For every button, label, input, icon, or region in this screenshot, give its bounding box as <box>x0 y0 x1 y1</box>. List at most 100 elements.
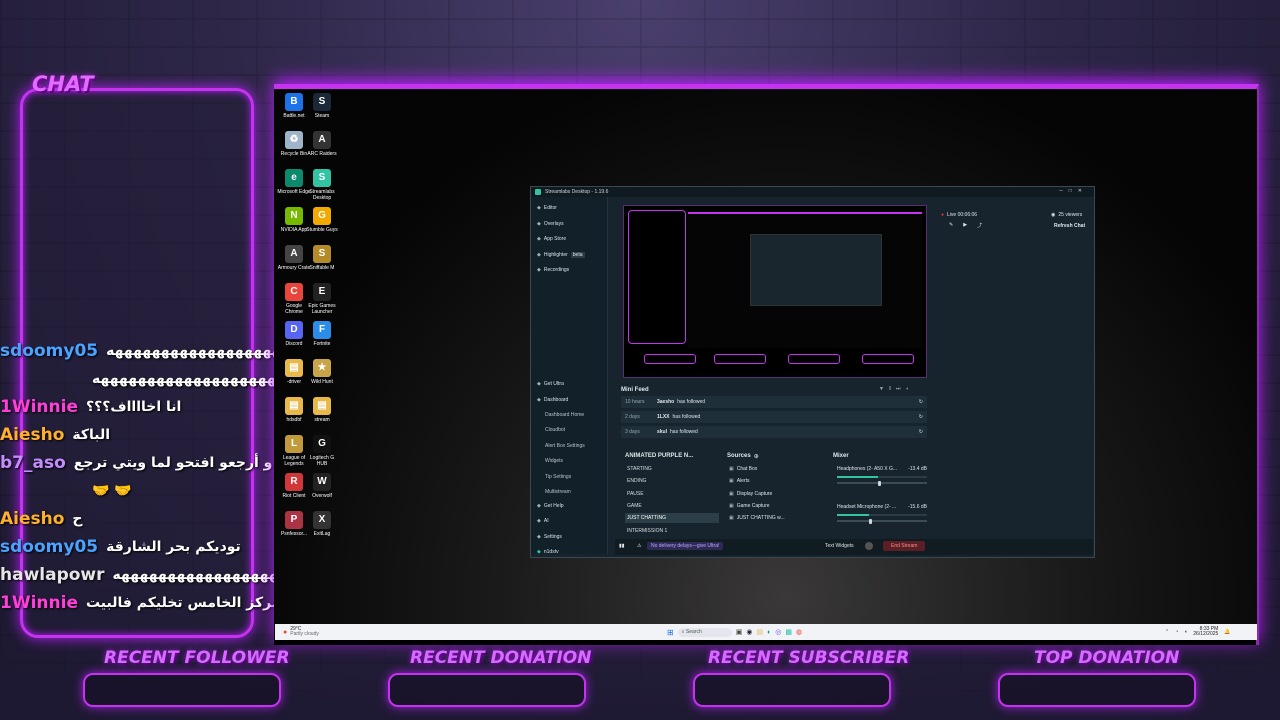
chat-tools: ✎ ▶ ⤴ <box>949 222 982 229</box>
desktop-icon[interactable]: G Logitech G HUB <box>305 435 339 467</box>
add-source-icon[interactable]: ⊕ <box>754 453 759 460</box>
feed-action: has followed <box>672 414 701 420</box>
widget-toggle[interactable] <box>865 542 873 550</box>
sidebar-item-recordings[interactable]: ◆ Recordings <box>537 265 569 275</box>
desktop-icon[interactable]: F Fortnite <box>305 321 339 347</box>
volume-icon[interactable]: ◖ <box>906 386 914 392</box>
scene-item[interactable]: PAUSE <box>625 489 719 499</box>
mixer-channel: Headphones (2- A50 X G... -13.4 dB <box>837 466 927 486</box>
source-item[interactable]: ▣ Alerts <box>729 476 750 486</box>
replay-icon[interactable]: ↻ <box>919 429 923 435</box>
volume-slider[interactable] <box>837 518 927 524</box>
desktop-icon[interactable]: X ExitLag <box>305 511 339 537</box>
desktop-icon[interactable]: W Overwolf <box>305 473 339 499</box>
close-icon[interactable]: ✕ <box>1078 188 1088 194</box>
chrome-taskbar-icon[interactable]: ◍ <box>796 628 802 636</box>
stats-icon[interactable]: ▮▮ <box>619 543 625 549</box>
source-item[interactable]: ▣ Display Capture <box>729 489 772 499</box>
desktop-icon[interactable]: A ARC Raiders <box>305 131 339 157</box>
pencil-icon[interactable]: ✎ <box>949 222 953 229</box>
task-view-icon[interactable]: ▣ <box>736 628 743 636</box>
league-of-legends-icon: L <box>285 435 303 453</box>
maximize-icon[interactable]: □ <box>1069 188 1078 194</box>
skip-icon[interactable]: ⏭ <box>896 386 906 392</box>
notification-icon[interactable]: 🔔 <box>1224 629 1230 635</box>
sidebar-item-get-help[interactable]: ◆ Get Help <box>537 501 564 511</box>
streamlabs-taskbar-icon[interactable]: ▩ <box>785 628 792 636</box>
refresh-chat-button[interactable]: Refresh Chat <box>1054 223 1085 229</box>
tray-chevron-icon[interactable]: ⌃ <box>1165 629 1169 635</box>
sidebar-subitem-tip-settings[interactable]: Tip Settings <box>545 472 571 482</box>
sidebar-subitem-alert-box-settings[interactable]: Alert Box Settings <box>545 441 585 451</box>
streamlabs-footer: ▮▮ ⚠ No delivery delays—give Ultra! Text… <box>615 539 1093 555</box>
sidebar-item-n1dstv[interactable]: ◆ n1dstv <box>537 547 559 557</box>
source-item[interactable]: ▣ JUST CHATTING w... <box>729 513 785 523</box>
preview-label-box <box>644 354 696 364</box>
minimize-icon[interactable]: ─ <box>1059 188 1069 194</box>
clock[interactable]: 8:33 PM 26/12/2025 <box>1193 627 1218 637</box>
scene-item[interactable]: GAME <box>625 501 719 511</box>
chat-text: انا اخااااف؟؟؟ <box>85 399 182 415</box>
sidebar-subitem-dashboard-home[interactable]: Dashboard Home <box>545 410 584 420</box>
volume-slider[interactable] <box>837 480 927 486</box>
sidebar-item-dashboard[interactable]: ◆ Dashboard <box>537 395 568 405</box>
wifi-icon[interactable]: ◔ <box>1175 629 1178 635</box>
start-icon[interactable]: ⊞ <box>667 628 674 637</box>
sidebar-subitem-widgets[interactable]: Widgets <box>545 456 563 466</box>
pause-icon[interactable]: ‖ <box>889 386 896 392</box>
desktop-icon-label: Steam <box>314 113 330 119</box>
sidebar-item-label: Overlays <box>543 220 564 227</box>
sidebar-item-settings[interactable]: ◆ Settings <box>537 532 562 542</box>
sidebar-item-overlays[interactable]: ◆ Overlays <box>537 219 564 229</box>
ultra-promo[interactable]: No delivery delays—give Ultra! <box>647 542 724 550</box>
sidebar-item-get-ultra[interactable]: ◆ Get Ultra <box>537 379 564 389</box>
scene-item[interactable]: INTERMISSION 1 <box>625 526 719 536</box>
alert-icon[interactable]: ⚠ <box>637 543 641 549</box>
sidebar-item-highlighter[interactable]: ◆ Highlighter beta <box>537 250 585 260</box>
taskbar-search[interactable]: ⌕ Search <box>677 627 732 637</box>
share-icon[interactable]: ⤴ <box>977 222 982 229</box>
edge-taskbar-icon[interactable]: ◐ <box>767 629 771 636</box>
discord-taskbar-icon[interactable]: ◎ <box>775 628 781 636</box>
desktop-icon[interactable]: G Stumble Guys <box>305 207 339 233</box>
sidebar-item-ai[interactable]: ◆ AI <box>537 516 549 526</box>
weather-widget[interactable]: ● 29°C Partly cloudy <box>283 624 319 640</box>
streamlabs-logo-icon <box>535 189 541 195</box>
armoury-crate-icon: A <box>285 245 303 263</box>
file-explorer-icon[interactable]: ▤ <box>756 628 763 636</box>
desktop-icon[interactable]: S Steam <box>305 93 339 119</box>
streamlabs-window: Streamlabs Desktop - 1.19.6 ─□✕ ◆ Editor ◆… <box>530 186 1095 558</box>
scene-item[interactable]: STARTING <box>625 464 719 474</box>
desktop-icon-label: Stumble Guys <box>306 227 338 233</box>
source-item[interactable]: ▣ Game Capture <box>729 501 770 511</box>
replay-icon[interactable]: ↻ <box>919 414 923 420</box>
volume-icon[interactable]: ◖ <box>1184 629 1187 635</box>
viewer-count-text: 25 viewers <box>1058 212 1083 218</box>
sniffable-m-icon: S <box>313 245 331 263</box>
desktop-icon[interactable]: S Sniffable M <box>305 245 339 271</box>
label-recent-follower: RECENT FOLLOWER <box>104 648 290 668</box>
sidebar-subitem-cloudbot[interactable]: Cloudbot <box>545 425 565 435</box>
recycle-bin-icon: ♻ <box>285 131 303 149</box>
-driver-icon: ▤ <box>285 359 303 377</box>
replay-icon[interactable]: ↻ <box>919 399 923 405</box>
scene-item[interactable]: JUST CHATTING <box>625 513 719 524</box>
scene-item[interactable]: ENDING <box>625 476 719 486</box>
taskbar-center: ⊞ ⌕ Search ▣ ◉ ▤ ◐ ◎ ▩ ◍ <box>667 624 802 640</box>
sidebar-item-editor[interactable]: ◆ Editor <box>537 203 557 213</box>
source-item[interactable]: ▣ Chat Box <box>729 464 757 474</box>
desktop-icon[interactable]: E Epic Games Launcher <box>305 283 339 315</box>
sidebar-item-app-store[interactable]: ◆ App Store <box>537 234 566 244</box>
end-stream-button[interactable]: End Stream <box>883 541 926 551</box>
sidebar-subitem-multistream[interactable]: Multistream <box>545 487 571 497</box>
layers-icon: ◆ <box>537 220 541 227</box>
filter-icon[interactable]: ▼ <box>879 386 889 392</box>
stream-preview[interactable] <box>623 205 927 378</box>
desktop-icon[interactable]: ▤ stream <box>305 397 339 423</box>
preview-capture <box>688 212 922 348</box>
steam-taskbar-icon[interactable]: ◉ <box>746 628 752 636</box>
desktop-icon[interactable]: ★ Wild Hunt <box>305 359 339 385</box>
desktop-icon[interactable]: S Streamlabs Desktop <box>305 169 339 201</box>
source-icon: ▣ <box>729 490 734 497</box>
play-icon[interactable]: ▶ <box>963 222 967 229</box>
